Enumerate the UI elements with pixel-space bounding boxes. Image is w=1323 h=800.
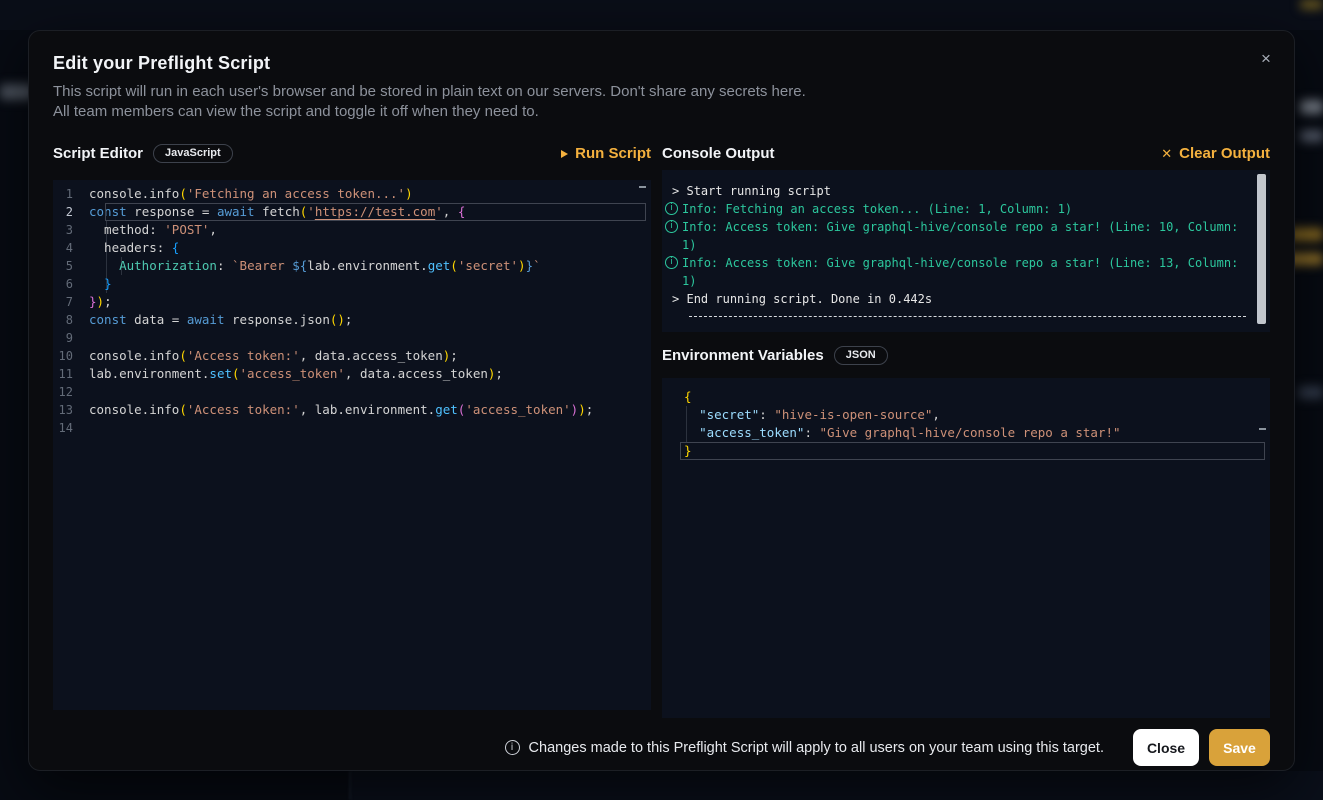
background-blob — [1298, 386, 1323, 399]
background-page — [0, 0, 1323, 30]
scrollbar-thumb[interactable] — [1257, 174, 1266, 324]
background-blob — [1300, 0, 1323, 9]
console-output-title: Console Output — [662, 145, 775, 162]
dialog-title: Edit your Preflight Script — [53, 53, 1270, 74]
background-panel — [351, 771, 1323, 800]
line-number: 1 — [53, 185, 89, 203]
background-divider — [349, 771, 351, 800]
code-line[interactable]: "access_token": "Give graphql-hive/conso… — [662, 424, 1270, 442]
line-number: 6 — [53, 275, 89, 293]
console-entry-text: Info: Access token: Give graphql-hive/co… — [682, 220, 1238, 252]
close-icon[interactable]: × — [1254, 47, 1278, 71]
language-badge: JavaScript — [153, 144, 233, 163]
line-number: 14 — [53, 419, 89, 437]
code-line[interactable]: 7}); — [53, 293, 651, 311]
preflight-script-dialog: × Edit your Preflight Script This script… — [28, 30, 1295, 771]
json-badge: JSON — [834, 346, 888, 365]
line-number: 4 — [53, 239, 89, 257]
info-icon: i — [665, 256, 678, 269]
console-entry-text: > End running script. Done in 0.442s — [672, 292, 932, 306]
info-icon: i — [505, 740, 520, 755]
close-button[interactable]: Close — [1133, 729, 1199, 766]
code-line[interactable]: 8const data = await response.json(); — [53, 311, 651, 329]
line-number: 13 — [53, 401, 89, 419]
console-output-panel: > Start running script i Info: Fetching an… — [662, 170, 1270, 332]
clear-output-label: Clear Output — [1179, 145, 1270, 162]
line-number: 2 — [53, 203, 89, 221]
line-number: 7 — [53, 293, 89, 311]
background-blob — [1300, 100, 1323, 114]
console-entry-text: Info: Fetching an access token... (Line:… — [682, 202, 1072, 216]
line-number: 8 — [53, 311, 89, 329]
code-line[interactable]: 3 method: 'POST', — [53, 221, 651, 239]
line-number: 9 — [53, 329, 89, 347]
play-icon — [561, 150, 568, 158]
code-line[interactable]: "secret": "hive-is-open-source", — [662, 406, 1270, 424]
script-editor-title: Script Editor — [53, 145, 143, 162]
console-entry: i Info: Access token: Give graphql-hive/c… — [665, 218, 1256, 254]
console-entry-text: Info: Access token: Give graphql-hive/co… — [682, 256, 1238, 288]
code-line[interactable]: 1console.info('Fetching an access token.… — [53, 185, 651, 203]
environment-variables-editor[interactable]: { "secret": "hive-is-open-source", "acce… — [662, 378, 1270, 718]
dialog-description-line1: This script will run in each user's brow… — [53, 83, 1270, 101]
code-line[interactable]: 12 — [53, 383, 651, 401]
script-code-editor[interactable]: 1console.info('Fetching an access token.… — [53, 180, 651, 710]
dialog-description-line2: All team members can view the script and… — [53, 103, 1270, 121]
console-entry: > Start running script — [665, 182, 1256, 200]
info-icon: i — [665, 202, 678, 215]
code-line[interactable]: 6 } — [53, 275, 651, 293]
code-line[interactable]: 2const response = await fetch('https://t… — [53, 203, 651, 221]
code-line[interactable]: } — [662, 442, 1270, 460]
code-line[interactable]: 9 — [53, 329, 651, 347]
info-icon: i — [665, 220, 678, 233]
console-separator — [689, 316, 1246, 317]
run-script-button[interactable]: Run Script — [561, 145, 651, 162]
run-script-label: Run Script — [575, 145, 651, 162]
code-line[interactable]: 13console.info('Access token:', lab.envi… — [53, 401, 651, 419]
console-entry: > End running script. Done in 0.442s — [665, 290, 1256, 308]
code-line[interactable]: 14 — [53, 419, 651, 437]
line-number: 12 — [53, 383, 89, 401]
code-line[interactable]: { — [662, 388, 1270, 406]
code-line[interactable]: 11lab.environment.set('access_token', da… — [53, 365, 651, 383]
console-entry: i Info: Fetching an access token... (Line… — [665, 200, 1256, 218]
code-line[interactable]: 4 headers: { — [53, 239, 651, 257]
footer-notice: Changes made to this Preflight Script wi… — [529, 740, 1104, 756]
line-number: 3 — [53, 221, 89, 239]
code-line[interactable]: 5 Authorization: `Bearer ${lab.environme… — [53, 257, 651, 275]
save-button[interactable]: Save — [1209, 729, 1270, 766]
code-line[interactable]: 10console.info('Access token:', data.acc… — [53, 347, 651, 365]
background-blob — [1300, 130, 1323, 142]
clear-output-button[interactable]: ✕ Clear Output — [1161, 145, 1270, 162]
console-entry-text: > Start running script — [672, 184, 831, 198]
clear-icon: ✕ — [1161, 147, 1172, 160]
environment-variables-title: Environment Variables — [662, 347, 824, 364]
console-entry: i Info: Access token: Give graphql-hive/c… — [665, 254, 1256, 290]
line-number: 5 — [53, 257, 89, 275]
line-number: 10 — [53, 347, 89, 365]
line-number: 11 — [53, 365, 89, 383]
